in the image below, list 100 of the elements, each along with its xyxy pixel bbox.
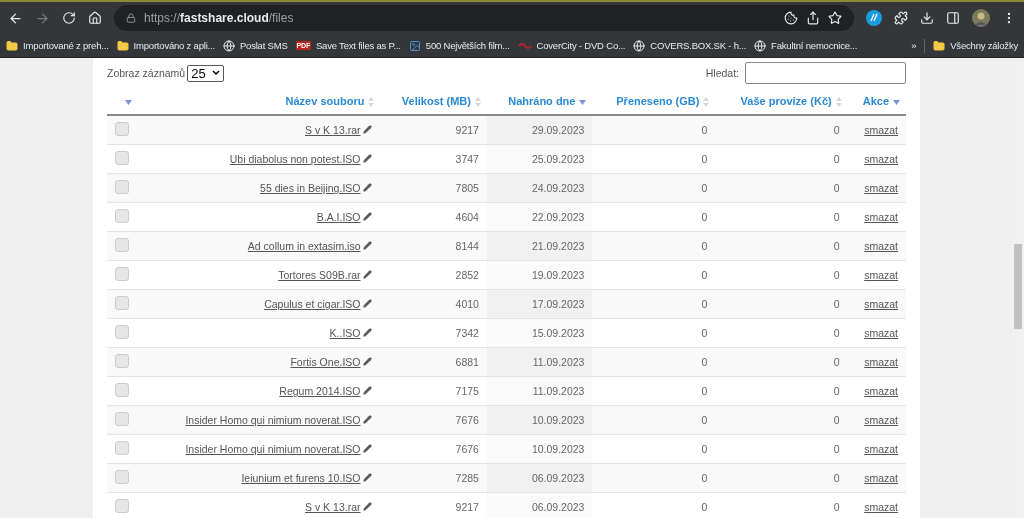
delete-link[interactable]: smazat xyxy=(864,327,898,340)
pencil-icon[interactable] xyxy=(363,502,373,512)
address-bar[interactable]: https://fastshare.cloud/files xyxy=(114,5,854,31)
delete-link[interactable]: smazat xyxy=(864,124,898,137)
size-text: 8144 xyxy=(455,240,479,253)
file-name-link[interactable]: K..ISO xyxy=(329,327,361,340)
size-text: 2852 xyxy=(455,269,479,282)
date-text: 06.09.2023 xyxy=(531,501,585,514)
row-checkbox[interactable] xyxy=(115,354,129,369)
row-checkbox[interactable] xyxy=(115,151,129,166)
delete-link[interactable]: smazat xyxy=(864,182,898,195)
pencil-icon[interactable] xyxy=(363,328,373,338)
back-icon[interactable] xyxy=(8,10,23,26)
transferred-text: 0 xyxy=(701,385,708,398)
row-checkbox[interactable] xyxy=(115,238,129,253)
file-name-link[interactable]: B.A.I.ISO xyxy=(316,211,361,224)
delete-link[interactable]: smazat xyxy=(864,240,898,253)
pencil-icon[interactable] xyxy=(363,212,373,222)
bookmark[interactable]: Importováno z apli... xyxy=(116,39,215,52)
pencil-icon[interactable] xyxy=(363,473,373,483)
pencil-icon[interactable] xyxy=(363,357,373,367)
file-name-link[interactable]: Ad collum in extasim.iso xyxy=(247,240,361,253)
commission-text: 0 xyxy=(833,182,840,195)
delete-link[interactable]: smazat xyxy=(864,298,898,311)
file-name-link[interactable]: Capulus et cigar.ISO xyxy=(264,298,361,311)
file-name-link[interactable]: S v K 13.rar xyxy=(305,501,361,514)
avatar-icon[interactable] xyxy=(972,9,990,27)
round-logo-icon[interactable] xyxy=(866,10,882,26)
reload-icon[interactable] xyxy=(62,11,76,25)
cookie-icon[interactable] xyxy=(784,11,798,25)
bookmark-label: Všechny záložky xyxy=(950,40,1018,51)
delete-link[interactable]: smazat xyxy=(864,472,898,485)
pencil-icon[interactable] xyxy=(363,183,373,193)
file-name-link[interactable]: Tortores S09B.rar xyxy=(278,269,361,282)
forward-icon[interactable] xyxy=(35,10,50,26)
all-bookmarks[interactable]: Všechny záložky xyxy=(933,39,1018,52)
pencil-icon[interactable] xyxy=(363,444,373,454)
search-label: Hledat: xyxy=(705,67,739,79)
file-name-link[interactable]: Insider Homo qui nimium noverat.ISO xyxy=(185,414,361,427)
bookmark[interactable]: Poslat SMS xyxy=(222,39,288,52)
row-checkbox[interactable] xyxy=(115,296,129,311)
file-name-link[interactable]: Insider Homo qui nimium noverat.ISO xyxy=(185,443,361,456)
search-field[interactable] xyxy=(745,62,906,84)
file-name-link[interactable]: 55 dies in Beijing.ISO xyxy=(260,182,361,195)
row-checkbox[interactable] xyxy=(115,267,129,282)
row-checkbox[interactable] xyxy=(115,122,129,137)
row-checkbox[interactable] xyxy=(115,470,129,485)
pencil-icon[interactable] xyxy=(363,241,373,251)
row-checkbox[interactable] xyxy=(115,441,129,456)
pencil-icon[interactable] xyxy=(363,299,373,309)
star-icon[interactable] xyxy=(828,11,842,25)
bookmark-label: COVERS.BOX.SK - h... xyxy=(650,40,747,51)
delete-link[interactable]: smazat xyxy=(864,443,898,456)
commission-text: 0 xyxy=(833,443,840,456)
bookmark[interactable]: CoverCity - DVD Co... xyxy=(517,40,626,51)
pencil-icon[interactable] xyxy=(363,386,373,396)
share-icon[interactable] xyxy=(806,11,820,25)
row-checkbox[interactable] xyxy=(115,325,129,340)
size-text: 3747 xyxy=(455,153,479,166)
globe-icon xyxy=(633,39,646,52)
pencil-icon[interactable] xyxy=(363,415,373,425)
commission-text: 0 xyxy=(833,240,840,253)
delete-link[interactable]: smazat xyxy=(864,414,898,427)
bookmark[interactable]: 500 Největších film... xyxy=(408,39,510,52)
row-checkbox[interactable] xyxy=(115,499,129,514)
image-icon xyxy=(408,39,421,52)
file-name-link[interactable]: Fortis One.ISO xyxy=(290,356,361,369)
delete-link[interactable]: smazat xyxy=(864,269,898,282)
row-checkbox[interactable] xyxy=(115,383,129,398)
bookmark[interactable]: COVERS.BOX.SK - h... xyxy=(633,39,747,52)
file-name-link[interactable]: Ieiunium et furens 10.ISO xyxy=(241,472,361,485)
bookmark-label: 500 Největších film... xyxy=(425,40,510,51)
transferred-text: 0 xyxy=(701,269,708,282)
delete-link[interactable]: smazat xyxy=(864,501,898,514)
delete-link[interactable]: smazat xyxy=(864,385,898,398)
side-panel-icon[interactable] xyxy=(946,11,960,25)
delete-link[interactable]: smazat xyxy=(864,153,898,166)
pencil-icon[interactable] xyxy=(363,270,373,280)
pencil-icon[interactable] xyxy=(363,154,373,164)
bookmark[interactable]: Importované z preh... xyxy=(6,39,109,52)
delete-link[interactable]: smazat xyxy=(864,211,898,224)
row-checkbox[interactable] xyxy=(115,209,129,224)
puzzle-icon[interactable] xyxy=(894,11,908,25)
folder-icon xyxy=(6,39,18,52)
home-icon[interactable] xyxy=(88,11,102,25)
page-size-select[interactable]: 25 xyxy=(187,64,224,82)
date-text: 17.09.2023 xyxy=(531,298,585,311)
download-icon[interactable] xyxy=(920,11,934,25)
commission-text: 0 xyxy=(833,414,840,427)
more-bookmarks[interactable]: » xyxy=(911,40,917,51)
row-checkbox[interactable] xyxy=(115,412,129,427)
pencil-icon[interactable] xyxy=(363,125,373,135)
bookmark[interactable]: Fakultní nemocnice... xyxy=(754,39,858,52)
delete-link[interactable]: smazat xyxy=(864,356,898,369)
file-name-link[interactable]: Regum 2014.ISO xyxy=(279,385,361,398)
date-text: 21.09.2023 xyxy=(531,240,585,253)
transferred-text: 0 xyxy=(701,472,708,485)
row-checkbox[interactable] xyxy=(115,180,129,195)
file-name-link[interactable]: S v K 13.rar xyxy=(305,124,361,137)
file-name-link[interactable]: Ubi diabolus non potest.ISO xyxy=(229,153,361,166)
